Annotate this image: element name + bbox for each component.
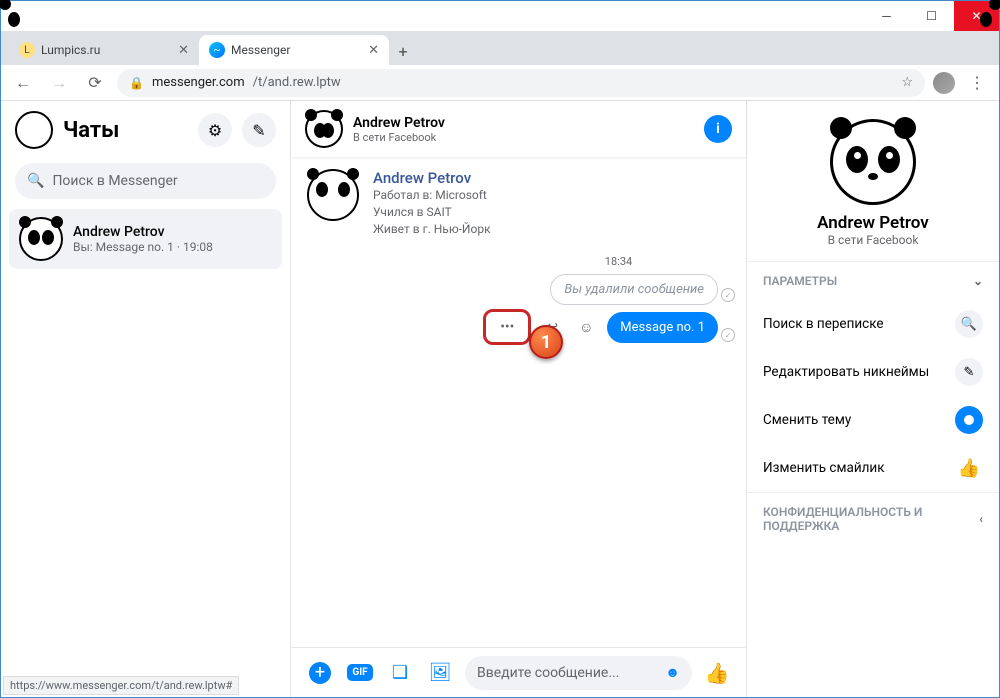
- conversation-scroll[interactable]: Andrew Petrov Работал в: Microsoft Училс…: [291, 157, 746, 647]
- favicon-icon: L: [19, 42, 35, 58]
- composer-add-button[interactable]: +: [305, 658, 335, 688]
- header-avatar[interactable]: [305, 110, 343, 148]
- back-button[interactable]: ←: [9, 69, 37, 97]
- profile-avatar-button[interactable]: [933, 72, 955, 94]
- settings-button[interactable]: ⚙: [198, 113, 232, 147]
- header-name: Andrew Petrov: [353, 115, 445, 131]
- delivery-status-icon: ✓: [721, 328, 735, 342]
- option-search-in-conversation[interactable]: Поиск в переписке 🔍: [747, 300, 999, 348]
- message-react-button[interactable]: ☺: [573, 314, 599, 340]
- conversation-header: Andrew Petrov В сети Facebook i: [291, 101, 746, 157]
- sidebar-search[interactable]: 🔍 Поиск в Messenger: [15, 163, 276, 199]
- reload-button[interactable]: ⟳: [81, 69, 109, 97]
- sidebar: Чаты ⚙ ✎ 🔍 Поиск в Messenger Andrew Petr…: [1, 101, 291, 697]
- annotation-highlight: •••: [483, 309, 531, 345]
- sticker-icon: ❏: [392, 662, 408, 683]
- compose-button[interactable]: ✎: [242, 113, 276, 147]
- message-row-unsent: Удалить 2 Вы удалили сообщение ✓: [307, 274, 730, 305]
- search-icon: 🔍: [27, 173, 44, 189]
- thumb-up-icon: 👍: [705, 661, 730, 685]
- browser-tab-messenger[interactable]: ~ Messenger ✕: [199, 35, 389, 65]
- url-host: messenger.com: [152, 75, 245, 90]
- unsent-message-bubble: Вы удалили сообщение: [550, 274, 718, 305]
- conversation-pane: Andrew Petrov В сети Facebook i Andrew P…: [291, 101, 747, 697]
- chat-list-item[interactable]: Andrew Petrov Вы: Message no. 1 · 19:08: [9, 209, 282, 269]
- send-like-button[interactable]: 👍: [702, 658, 732, 688]
- tab-close-icon[interactable]: ✕: [178, 43, 189, 58]
- edit-icon: ✎: [955, 358, 983, 386]
- search-icon: 🔍: [955, 310, 983, 338]
- url-path: /t/and.rew.lptw: [253, 75, 341, 90]
- lock-icon: 🔒: [129, 76, 144, 90]
- browser-menu-button[interactable]: ⋮: [963, 69, 991, 97]
- option-change-theme[interactable]: Сменить тему: [747, 396, 999, 444]
- emoji-picker-button[interactable]: ☻: [665, 664, 680, 681]
- delivery-status-icon: ✓: [721, 288, 735, 302]
- more-horizontal-icon: •••: [500, 319, 514, 335]
- user-avatar[interactable]: [15, 111, 53, 149]
- option-edit-nicknames[interactable]: Редактировать никнеймы ✎: [747, 348, 999, 396]
- window-titlebar: ─ ☐ ✕: [1, 1, 999, 31]
- message-more-button[interactable]: •••: [494, 314, 520, 340]
- tab-close-icon[interactable]: ✕: [368, 43, 379, 58]
- plus-circle-icon: +: [309, 662, 331, 684]
- tab-label: Lumpics.ru: [41, 43, 172, 57]
- browser-tab-lumpics[interactable]: L Lumpics.ru ✕: [9, 35, 199, 65]
- composer-sticker-button[interactable]: ❏: [385, 658, 415, 688]
- message-row: ••• 1 ↩ ☺ Message no. 1 ✓: [307, 309, 730, 345]
- composer-image-button[interactable]: 🖼: [425, 658, 455, 688]
- header-status: В сети Facebook: [353, 131, 445, 144]
- details-avatar[interactable]: [830, 119, 916, 205]
- address-bar[interactable]: 🔒 messenger.com/t/and.rew.lptw ☆: [117, 69, 925, 97]
- contact-card: Andrew Petrov Работал в: Microsoft Училс…: [307, 169, 730, 237]
- info-icon: i: [716, 121, 720, 137]
- favicon-icon: ~: [209, 42, 225, 58]
- tab-label: Messenger: [231, 43, 362, 57]
- chat-avatar: [19, 217, 63, 261]
- thumb-up-icon: 👍: [955, 454, 983, 482]
- browser-tabstrip: L Lumpics.ru ✕ ~ Messenger ✕ +: [1, 31, 999, 65]
- contact-detail: Работал в: Microsoft: [373, 187, 491, 204]
- chat-preview: Вы: Message no. 1 · 19:08: [73, 240, 213, 254]
- section-header-params[interactable]: ПАРАМЕТРЫ ⌄: [747, 261, 999, 300]
- contact-avatar: [307, 169, 359, 221]
- details-profile: Andrew Petrov В сети Facebook: [747, 101, 999, 261]
- details-name: Andrew Petrov: [757, 213, 989, 233]
- image-icon: 🖼: [429, 662, 452, 683]
- forward-button[interactable]: →: [45, 69, 73, 97]
- contact-detail: Живет в г. Нью-Йорк: [373, 221, 491, 238]
- browser-toolbar: ← → ⟳ 🔒 messenger.com/t/and.rew.lptw ☆ ⋮: [1, 65, 999, 101]
- chat-name: Andrew Petrov: [73, 224, 213, 240]
- message-composer: + GIF ❏ 🖼 Введите сообщение... ☻ 👍: [291, 647, 746, 697]
- chevron-left-icon: ‹: [979, 512, 983, 526]
- smile-icon: ☺: [579, 319, 593, 336]
- window-maximize-button[interactable]: ☐: [909, 1, 954, 31]
- theme-icon: [955, 406, 983, 434]
- composer-input[interactable]: Введите сообщение... ☻: [465, 656, 692, 690]
- section-header-privacy[interactable]: КОНФИДЕНЦИАЛЬНОСТЬ И ПОДДЕРЖКА ‹: [747, 492, 999, 545]
- browser-status-bar: https://www.messenger.com/t/and.rew.lptw…: [3, 676, 239, 695]
- sidebar-header: Чаты ⚙ ✎: [1, 101, 290, 159]
- search-placeholder: Поиск в Messenger: [52, 173, 177, 189]
- composer-gif-button[interactable]: GIF: [345, 658, 375, 688]
- edit-icon: ✎: [252, 121, 265, 140]
- option-change-emoji[interactable]: Изменить смайлик 👍: [747, 444, 999, 492]
- chevron-down-icon: ⌄: [973, 274, 983, 288]
- sidebar-title: Чаты: [63, 118, 188, 143]
- messenger-app: Чаты ⚙ ✎ 🔍 Поиск в Messenger Andrew Petr…: [1, 101, 999, 697]
- gif-icon: GIF: [347, 664, 372, 681]
- message-bubble[interactable]: Message no. 1: [607, 312, 718, 343]
- new-tab-button[interactable]: +: [389, 37, 417, 65]
- contact-name-link[interactable]: Andrew Petrov: [373, 169, 491, 187]
- details-status: В сети Facebook: [757, 233, 989, 247]
- conversation-info-button[interactable]: i: [704, 115, 732, 143]
- contact-detail: Учился в SAIT: [373, 204, 491, 221]
- message-timestamp: 18:34: [507, 255, 730, 268]
- details-panel: Andrew Petrov В сети Facebook ПАРАМЕТРЫ …: [747, 101, 999, 697]
- composer-placeholder: Введите сообщение...: [477, 665, 619, 681]
- bookmark-star-icon[interactable]: ☆: [901, 75, 913, 90]
- window-minimize-button[interactable]: ─: [864, 1, 909, 31]
- gear-icon: ⚙: [208, 121, 222, 140]
- annotation-step-1: 1: [529, 325, 563, 359]
